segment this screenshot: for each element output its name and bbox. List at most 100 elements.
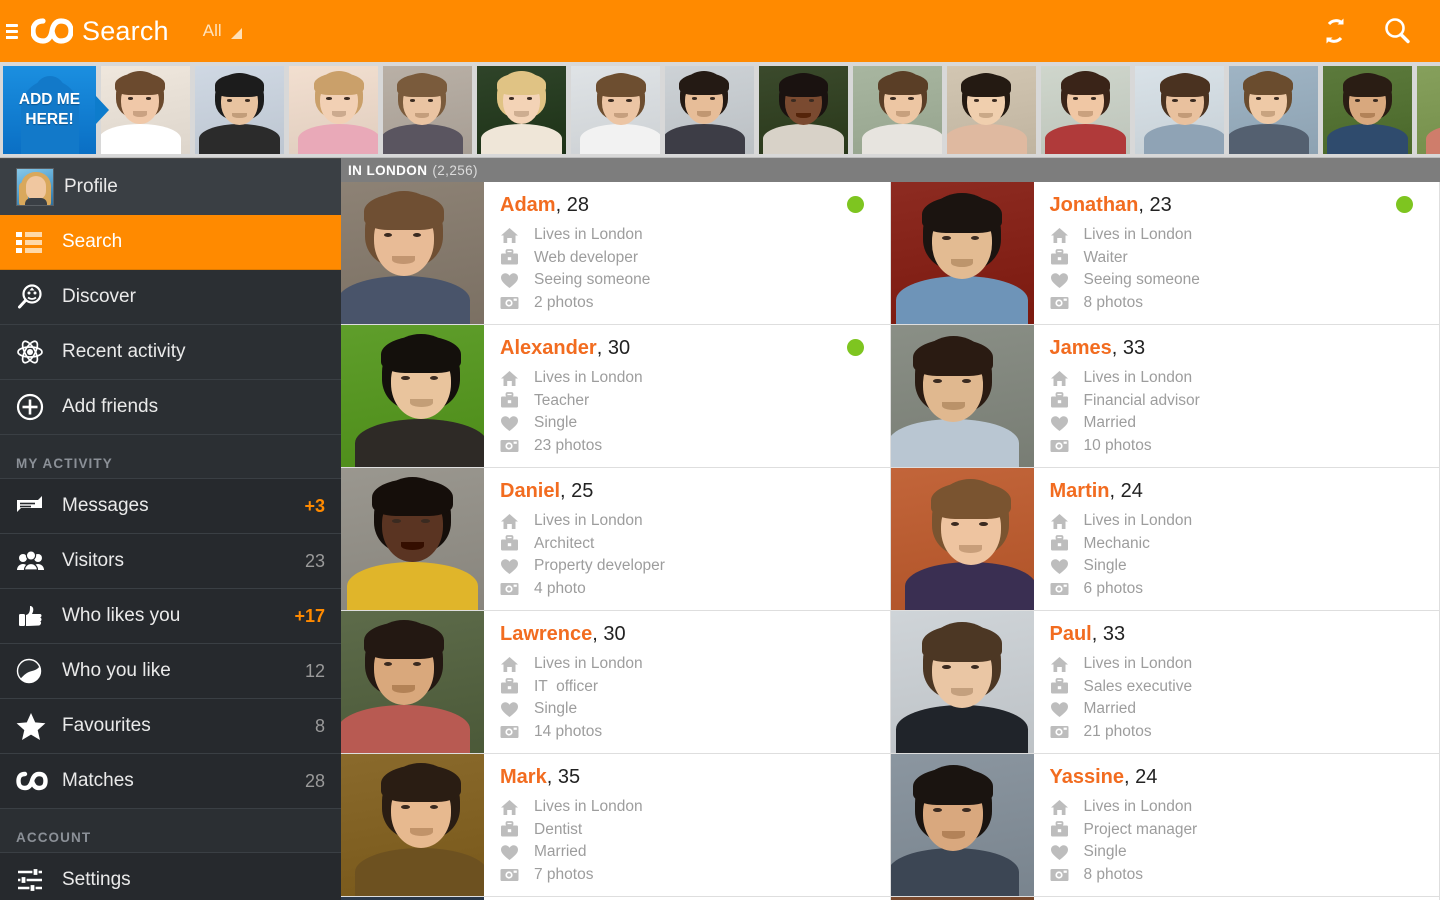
card-detail-row: Lives in London xyxy=(500,224,890,247)
profile-card[interactable]: James, 33 Lives in London Financial advi… xyxy=(890,325,1440,468)
profile-photo[interactable] xyxy=(890,754,1034,896)
profile-photo[interactable] xyxy=(890,468,1034,610)
strip-photo-tile[interactable] xyxy=(571,65,660,154)
results-section-title: IN LONDON xyxy=(348,162,428,178)
profile-photo[interactable] xyxy=(890,611,1034,753)
search-icon[interactable] xyxy=(1380,14,1414,48)
camera-icon xyxy=(1050,723,1084,740)
sidebar-item-recent-activity[interactable]: Recent activity xyxy=(0,325,341,380)
infinity-logo[interactable] xyxy=(28,11,76,51)
profile-name-age: Daniel, 25 xyxy=(500,480,890,503)
card-detail-row: Lives in London xyxy=(500,510,890,533)
sidebar-item-label: Recent activity xyxy=(62,341,186,362)
profile-age: 33 xyxy=(1102,623,1126,645)
strip-photo-tile[interactable] xyxy=(1417,65,1440,154)
hamburger-icon[interactable] xyxy=(6,20,24,42)
strip-photo-tile[interactable] xyxy=(1323,65,1412,154)
profile-name-age: Yassine, 24 xyxy=(1050,766,1440,789)
strip-photo-tile[interactable] xyxy=(1135,65,1224,154)
profile-age: 35 xyxy=(557,766,581,788)
card-detail-text: Project manager xyxy=(1083,820,1198,838)
refresh-icon[interactable] xyxy=(1318,14,1352,48)
profile-card[interactable]: Lawrence, 30 Lives in London IT officer … xyxy=(341,611,891,754)
sidebar-item-label: Visitors xyxy=(62,550,124,571)
profile-photo[interactable] xyxy=(890,325,1034,467)
status-badge: +17 xyxy=(294,605,325,626)
card-detail-text: Single xyxy=(534,700,578,718)
sidebar-item-matches[interactable]: Matches 28 xyxy=(0,754,341,809)
camera-icon xyxy=(500,580,534,597)
card-detail-row: 14 photos xyxy=(500,721,890,744)
profile-photo[interactable] xyxy=(341,325,484,467)
profile-photo[interactable] xyxy=(341,754,484,896)
briefcase-icon xyxy=(500,678,534,695)
strip-photo-tile[interactable] xyxy=(1041,65,1130,154)
strip-photo-tile[interactable] xyxy=(383,65,472,154)
profile-photo[interactable] xyxy=(341,182,484,324)
profile-card[interactable]: Martin, 24 Lives in London Mechanic Sing… xyxy=(890,468,1440,611)
avatar xyxy=(16,168,54,206)
card-detail-row: Waiter xyxy=(1050,247,1440,270)
card-detail-text: Married xyxy=(1083,700,1137,718)
strip-photo-tile[interactable] xyxy=(853,65,942,154)
results-panel: IN LONDON (2,256) Adam, 28 Lives in Lond… xyxy=(341,158,1440,900)
heart-icon xyxy=(500,701,534,718)
strip-photo-tile[interactable] xyxy=(947,65,1036,154)
profile-card[interactable]: Yassine, 24 Lives in London Project mana… xyxy=(890,754,1440,897)
card-detail-row: Lives in London xyxy=(1050,367,1440,390)
sidebar-item-add-friends[interactable]: Add friends xyxy=(0,380,341,435)
sidebar-item-label: Messages xyxy=(62,495,149,516)
heart-icon xyxy=(1050,415,1084,432)
filter-dropdown[interactable]: All xyxy=(203,21,242,41)
add-me-here-banner[interactable]: ADD ME HERE! xyxy=(3,65,109,154)
profile-photo[interactable] xyxy=(890,182,1034,324)
profile-card[interactable]: Jonathan, 23 Lives in London Waiter Seei… xyxy=(890,182,1440,325)
home-icon xyxy=(500,513,534,530)
sidebar-item-favourites[interactable]: Favourites 8 xyxy=(0,699,341,754)
profile-details: Lives in London Dentist Married 7 photos xyxy=(500,796,890,886)
heart-icon xyxy=(1050,844,1084,861)
profile-photo[interactable] xyxy=(341,611,484,753)
card-detail-row: Project manager xyxy=(1050,819,1440,842)
strip-photo-tile[interactable] xyxy=(195,65,284,154)
photo-strip[interactable]: ADD ME HERE! xyxy=(0,62,1440,158)
sidebar-item-label: Search xyxy=(62,231,123,252)
card-detail-text: Financial advisor xyxy=(1083,391,1200,409)
sidebar-item-messages[interactable]: Messages +3 xyxy=(0,479,341,534)
sidebar-item-who-you-like[interactable]: Who you like 12 xyxy=(0,644,341,699)
sidebar-item-search[interactable]: Search xyxy=(0,215,341,270)
card-detail-row: Sales executive xyxy=(1050,676,1440,699)
card-detail-row: Architect xyxy=(500,533,890,556)
profile-age-sep: , xyxy=(560,480,572,502)
card-detail-row: 2 photos xyxy=(500,292,890,315)
card-detail-text: 4 photo xyxy=(534,579,586,597)
briefcase-icon xyxy=(500,249,534,266)
sidebar-item-profile[interactable]: Profile xyxy=(0,159,341,215)
profile-card[interactable]: Adam, 28 Lives in London Web developer S… xyxy=(341,182,891,325)
strip-photo-tile[interactable] xyxy=(101,65,190,154)
profile-age-sep: , xyxy=(1111,337,1123,359)
strip-photo-tile[interactable] xyxy=(665,65,754,154)
profile-card[interactable]: Paul, 33 Lives in London Sales executive… xyxy=(890,611,1440,754)
card-detail-row: Married xyxy=(1050,412,1440,435)
profile-photo[interactable] xyxy=(341,468,484,610)
strip-photo-tile[interactable] xyxy=(759,65,848,154)
sidebar-item-who-likes-you[interactable]: Who likes you +17 xyxy=(0,589,341,644)
profile-card[interactable]: Alexander, 30 Lives in London Teacher Si… xyxy=(341,325,891,468)
profile-name: Yassine xyxy=(1049,766,1125,788)
card-detail-text: Sales executive xyxy=(1083,677,1193,695)
profile-info: Jonathan, 23 Lives in London Waiter Seei… xyxy=(1034,182,1440,324)
thumb-down-icon xyxy=(16,658,62,684)
atom-icon xyxy=(16,338,62,366)
profile-card[interactable]: Mark, 35 Lives in London Dentist Married… xyxy=(341,754,891,897)
profile-card[interactable]: Daniel, 25 Lives in London Architect Pro… xyxy=(341,468,891,611)
status-badge: +3 xyxy=(304,495,325,516)
strip-photo-tile[interactable] xyxy=(289,65,378,154)
sidebar-item-discover[interactable]: Discover xyxy=(0,270,341,325)
sidebar-item-label: Discover xyxy=(62,286,136,307)
strip-photo-tile[interactable] xyxy=(1229,65,1318,154)
strip-photo-tile[interactable] xyxy=(477,65,566,154)
briefcase-icon xyxy=(1050,392,1084,409)
sidebar-item-visitors[interactable]: Visitors 23 xyxy=(0,534,341,589)
sidebar-item-settings[interactable]: Settings xyxy=(0,853,341,900)
